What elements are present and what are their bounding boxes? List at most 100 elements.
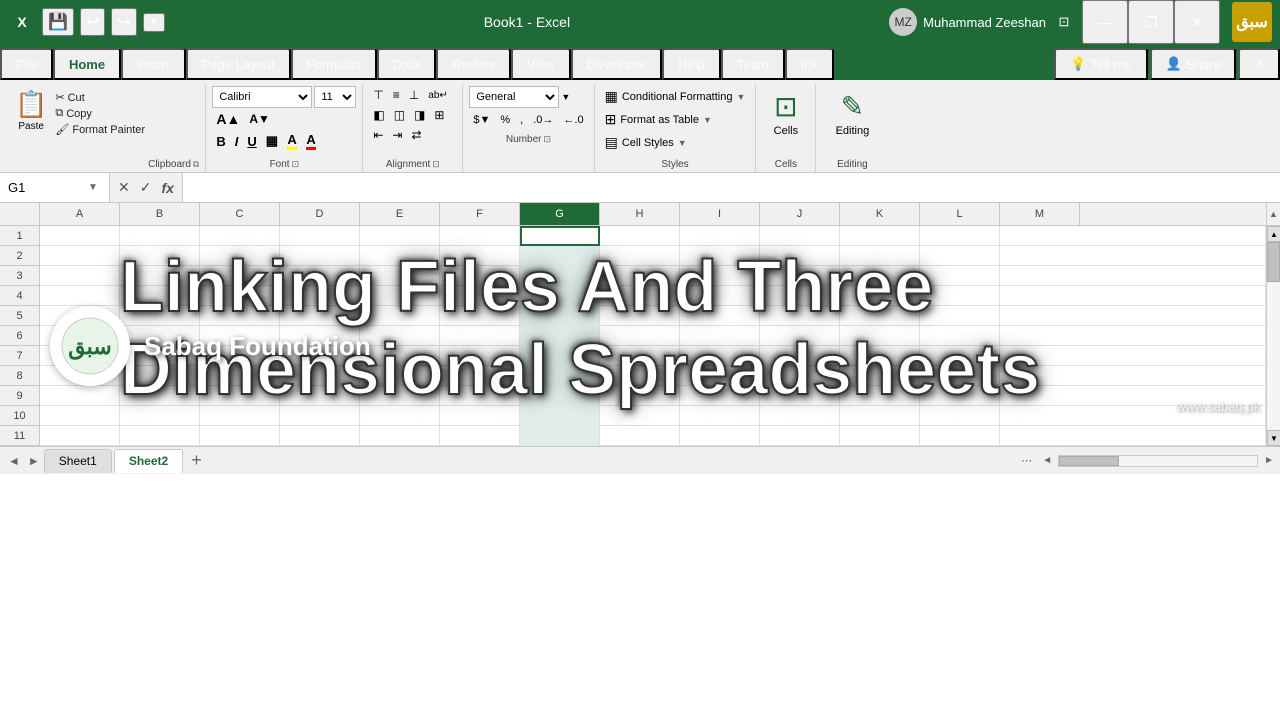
col-header-j[interactable]: J (760, 203, 840, 225)
cell-g4[interactable] (520, 286, 600, 306)
col-header-d[interactable]: D (280, 203, 360, 225)
cell-d10[interactable] (280, 406, 360, 426)
col-header-m[interactable]: M (1000, 203, 1080, 225)
number-expand-icon[interactable]: ⊡ (543, 134, 551, 145)
cell-d2[interactable] (280, 246, 360, 266)
cell-l6[interactable] (920, 326, 1000, 346)
cell-d3[interactable] (280, 266, 360, 286)
italic-button[interactable]: I (231, 132, 243, 151)
increase-font-size-button[interactable]: A▲ (212, 109, 244, 129)
cell-e8[interactable] (360, 366, 440, 386)
cell-k4[interactable] (840, 286, 920, 306)
window-mode-button[interactable]: ⊡ (1054, 12, 1074, 32)
col-header-c[interactable]: C (200, 203, 280, 225)
cell-g9[interactable] (520, 386, 600, 406)
share-button[interactable]: 👤Share (1150, 48, 1237, 80)
cell-f5[interactable] (440, 306, 520, 326)
col-header-g[interactable]: G (520, 203, 600, 225)
align-left-button[interactable]: ◧ (369, 106, 388, 124)
customize-quick-access-button[interactable]: ▼ (143, 13, 165, 32)
minimize-button[interactable]: — (1082, 0, 1128, 44)
cell-f2[interactable] (440, 246, 520, 266)
cell-h4[interactable] (600, 286, 680, 306)
cell-f9[interactable] (440, 386, 520, 406)
sheet-options-button[interactable]: ⋯ (1021, 454, 1032, 467)
cell-d9[interactable] (280, 386, 360, 406)
cell-l3[interactable] (920, 266, 1000, 286)
cell-c11[interactable] (200, 426, 280, 446)
col-header-h[interactable]: H (600, 203, 680, 225)
cell-i5[interactable] (680, 306, 760, 326)
row-header-6[interactable]: 6 (0, 326, 39, 346)
cell-i7[interactable] (680, 346, 760, 366)
cell-d11[interactable] (280, 426, 360, 446)
tell-me-button[interactable]: 💡Tell me (1054, 48, 1147, 80)
align-middle-button[interactable]: ≡ (389, 86, 404, 104)
row-header-8[interactable]: 8 (0, 366, 39, 386)
comma-button[interactable]: , (516, 112, 527, 128)
row-header-2[interactable]: 2 (0, 246, 39, 266)
cell-g8[interactable] (520, 366, 600, 386)
cell-a1[interactable] (40, 226, 120, 246)
cell-c3[interactable] (200, 266, 280, 286)
cell-c4[interactable] (200, 286, 280, 306)
cell-g2[interactable] (520, 246, 600, 266)
close-button[interactable]: ✕ (1174, 0, 1220, 44)
align-right-button[interactable]: ◨ (410, 106, 429, 124)
cell-k6[interactable] (840, 326, 920, 346)
tab-help[interactable]: Help (662, 48, 721, 80)
cell-b4[interactable] (120, 286, 200, 306)
cell-j10[interactable] (760, 406, 840, 426)
collapse-ribbon-button[interactable]: ∧ (1238, 48, 1280, 80)
cell-e9[interactable] (360, 386, 440, 406)
cell-g11[interactable] (520, 426, 600, 446)
cell-g1[interactable] (520, 226, 600, 246)
cell-g5[interactable] (520, 306, 600, 326)
h-scroll-left-button[interactable]: ◄ (1036, 453, 1058, 468)
cell-e10[interactable] (360, 406, 440, 426)
sheet-tab-sheet1[interactable]: Sheet1 (44, 449, 112, 473)
cell-b1[interactable] (120, 226, 200, 246)
col-header-a[interactable]: A (40, 203, 120, 225)
cell-h5[interactable] (600, 306, 680, 326)
cell-j8[interactable] (760, 366, 840, 386)
cell-e6[interactable] (360, 326, 440, 346)
cell-g7[interactable] (520, 346, 600, 366)
cell-h9[interactable] (600, 386, 680, 406)
cell-j1[interactable] (760, 226, 840, 246)
tab-review[interactable]: Review (436, 48, 511, 80)
cell-b10[interactable] (120, 406, 200, 426)
cell-b2[interactable] (120, 246, 200, 266)
row-header-4[interactable]: 4 (0, 286, 39, 306)
col-header-i[interactable]: I (680, 203, 760, 225)
col-header-e[interactable]: E (360, 203, 440, 225)
cell-l4[interactable] (920, 286, 1000, 306)
tab-ink[interactable]: Ink (785, 48, 834, 80)
cell-j5[interactable] (760, 306, 840, 326)
decrease-indent-button[interactable]: ⇤ (369, 126, 387, 144)
cell-i8[interactable] (680, 366, 760, 386)
cell-e1[interactable] (360, 226, 440, 246)
cell-f8[interactable] (440, 366, 520, 386)
cut-button[interactable]: ✂Cut (52, 90, 148, 105)
merge-cells-button[interactable]: ⊞ (430, 106, 448, 124)
name-box-dropdown[interactable]: ▼ (88, 182, 98, 193)
cell-c10[interactable] (200, 406, 280, 426)
cancel-formula-button[interactable]: ✕ (114, 177, 134, 198)
row-header-3[interactable]: 3 (0, 266, 39, 286)
scroll-sheets-right-button[interactable]: ► (24, 454, 44, 468)
cell-a3[interactable] (40, 266, 120, 286)
cell-j9[interactable] (760, 386, 840, 406)
cell-i6[interactable] (680, 326, 760, 346)
text-direction-button[interactable]: ⇄ (407, 126, 425, 144)
tab-view[interactable]: View (511, 48, 571, 80)
cell-f11[interactable] (440, 426, 520, 446)
redo-button[interactable]: ↪ (111, 8, 136, 36)
cell-i9[interactable] (680, 386, 760, 406)
cell-h1[interactable] (600, 226, 680, 246)
align-center-button[interactable]: ◫ (390, 106, 409, 124)
cell-f10[interactable] (440, 406, 520, 426)
cell-h2[interactable] (600, 246, 680, 266)
currency-button[interactable]: $▼ (469, 112, 494, 128)
sheet-tab-sheet2[interactable]: Sheet2 (114, 449, 183, 473)
